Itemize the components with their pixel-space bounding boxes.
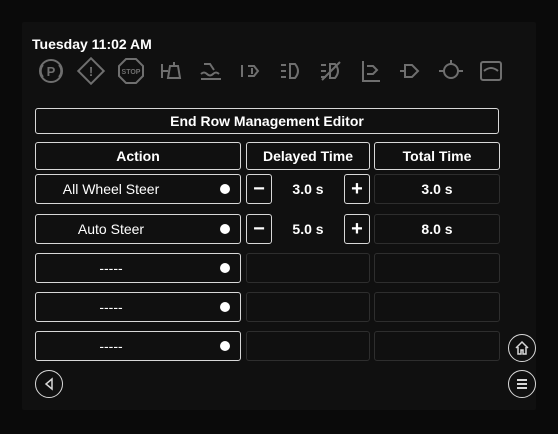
home-button[interactable] xyxy=(508,334,536,362)
home-icon xyxy=(515,340,529,355)
steering-icon[interactable] xyxy=(356,56,386,86)
action-button[interactable]: Auto Steer xyxy=(35,214,241,244)
total-cell-empty xyxy=(374,292,500,322)
hitch-icon[interactable] xyxy=(156,56,186,86)
status-icon-bar: P ! STOP xyxy=(36,56,536,90)
park-brake-icon[interactable]: P xyxy=(36,56,66,86)
warning-icon[interactable]: ! xyxy=(76,56,106,86)
clock-display: Tuesday 11:02 AM xyxy=(32,36,152,52)
total-cell-empty xyxy=(374,331,500,361)
radar-icon[interactable] xyxy=(476,56,506,86)
action-label: Auto Steer xyxy=(77,221,145,237)
turn-signal-icon[interactable] xyxy=(236,56,266,86)
engine-icon[interactable] xyxy=(436,56,466,86)
decrease-button[interactable]: − xyxy=(246,174,272,204)
action-button[interactable]: ----- xyxy=(35,253,241,283)
hydraulic-icon[interactable] xyxy=(396,56,426,86)
menu-icon xyxy=(517,379,527,389)
header-total-time: Total Time xyxy=(374,142,500,170)
delay-stepper: − 5.0 s + xyxy=(246,214,370,244)
delay-value: 3.0 s xyxy=(292,181,324,197)
status-dot-icon xyxy=(220,263,230,273)
delay-cell-empty xyxy=(246,253,370,283)
lights-off-icon[interactable] xyxy=(316,56,346,86)
action-label: ----- xyxy=(99,260,123,276)
delay-stepper: − 3.0 s + xyxy=(246,174,370,204)
editor-title: End Row Management Editor xyxy=(35,108,499,134)
delay-value: 5.0 s xyxy=(292,221,324,237)
header-delayed-time: Delayed Time xyxy=(246,142,370,170)
status-dot-icon xyxy=(220,224,230,234)
action-button[interactable]: ----- xyxy=(35,292,241,322)
back-icon xyxy=(44,377,53,391)
svg-text:P: P xyxy=(47,64,56,79)
status-dot-icon xyxy=(220,302,230,312)
delay-cell-empty xyxy=(246,292,370,322)
action-label: ----- xyxy=(99,338,123,354)
delay-cell-empty xyxy=(246,331,370,361)
increase-button[interactable]: + xyxy=(344,214,370,244)
menu-button[interactable] xyxy=(508,370,536,398)
fluid-level-icon[interactable] xyxy=(196,56,226,86)
total-time-value: 3.0 s xyxy=(374,174,500,204)
back-button[interactable] xyxy=(35,370,63,398)
status-dot-icon xyxy=(220,184,230,194)
total-time-value: 8.0 s xyxy=(374,214,500,244)
action-label: ----- xyxy=(99,299,123,315)
lights-icon[interactable] xyxy=(276,56,306,86)
total-cell-empty xyxy=(374,253,500,283)
action-label: All Wheel Steer xyxy=(62,181,160,197)
increase-button[interactable]: + xyxy=(344,174,370,204)
header-action: Action xyxy=(35,142,241,170)
action-button[interactable]: ----- xyxy=(35,331,241,361)
decrease-button[interactable]: − xyxy=(246,214,272,244)
stop-icon[interactable]: STOP xyxy=(116,56,146,86)
action-button[interactable]: All Wheel Steer xyxy=(35,174,241,204)
svg-text:!: ! xyxy=(89,64,93,79)
svg-text:STOP: STOP xyxy=(122,69,141,76)
status-dot-icon xyxy=(220,341,230,351)
